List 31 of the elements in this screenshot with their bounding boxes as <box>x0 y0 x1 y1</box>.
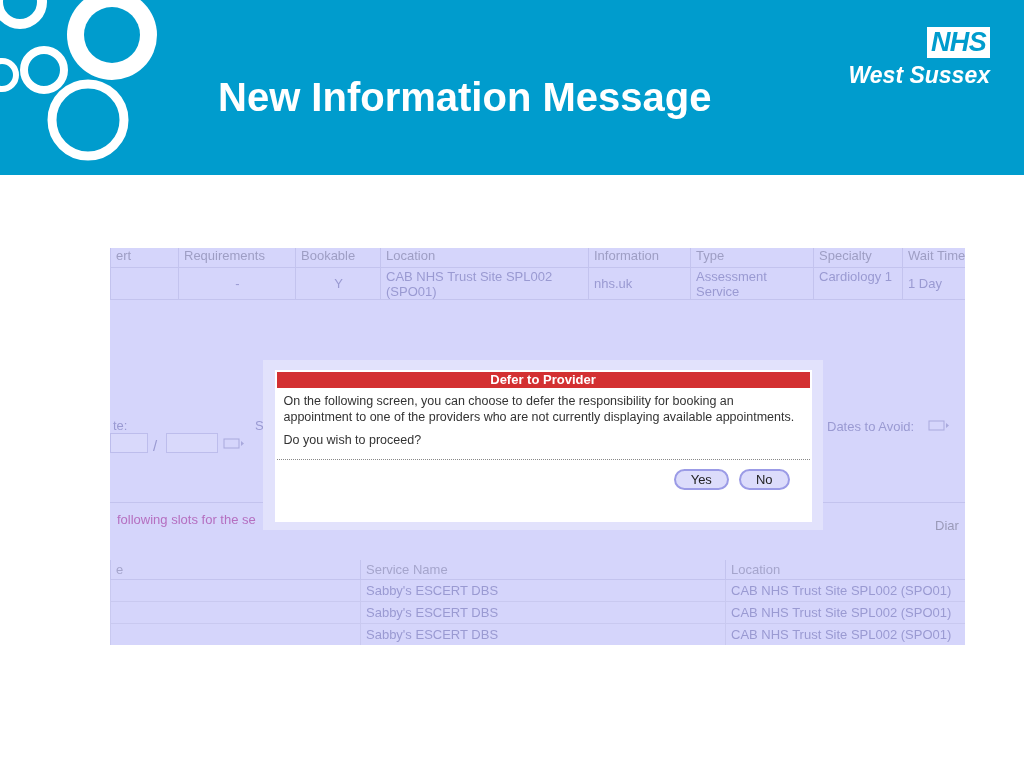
date-field[interactable] <box>166 433 218 453</box>
table-cell: nhs.uk <box>594 276 633 291</box>
date-field[interactable] <box>110 433 148 453</box>
table-cell: CAB NHS Trust Site SPL002 (SPO01) <box>731 605 952 620</box>
form-label: S <box>255 417 264 435</box>
date-separator: / <box>153 436 158 456</box>
dialog-title: Defer to Provider <box>276 372 810 388</box>
dialog-message: On the following screen, you can choose to defer the responsibility for booking an appointment to one of the providers who are not currently displaying available appointments. <box>282 393 796 425</box>
table-cell: Sabby's ESCERT DBS <box>366 583 499 598</box>
table-cell: CAB NHS Trust Site SPL002 (SPO01) <box>731 627 952 642</box>
table-cell: Assessment Service <box>696 269 767 299</box>
form-label: te: <box>113 417 128 435</box>
form-label: Dates to Avoid: <box>827 418 915 436</box>
slide-title: New Information Message <box>218 74 712 121</box>
dialog-question: Do you wish to proceed? <box>282 432 423 449</box>
diary-label: Diar <box>935 517 959 535</box>
dialog-button[interactable]: No <box>738 468 790 490</box>
calendar-icon[interactable] <box>928 420 950 431</box>
table-cell: CAB NHS Trust Site SPL002 (SPO01) <box>731 583 952 598</box>
table-cell: 1 Day <box>908 276 942 291</box>
table-cell: Cardiology 1 <box>819 269 892 284</box>
table-cell: Sabby's ESCERT DBS <box>366 627 499 642</box>
logo-name: West Sussex <box>848 61 990 90</box>
table-cell: - <box>235 276 240 291</box>
calendar-icon[interactable] <box>223 438 245 449</box>
table-cell: Sabby's ESCERT DBS <box>366 605 499 620</box>
dialog-button[interactable]: Yes <box>673 468 729 490</box>
table-cell: Y <box>334 276 343 291</box>
table-cell: CAB NHS Trust Site SPL002 (SPO01) <box>386 269 553 299</box>
slots-note: following slots for the se <box>117 511 256 529</box>
logo-mark: NHS <box>927 27 990 58</box>
